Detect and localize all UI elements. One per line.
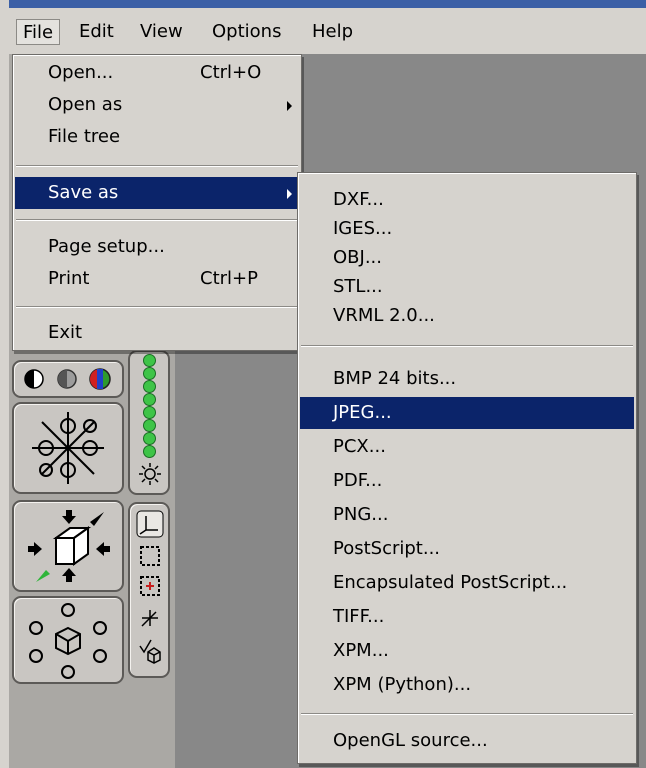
axis-icon[interactable] xyxy=(136,510,164,538)
check-cube-icon[interactable] xyxy=(138,638,162,664)
menu-item-open-as[interactable]: Open as xyxy=(15,89,299,121)
menu-item-print[interactable]: Print Ctrl+P xyxy=(15,263,299,295)
menubar: File Edit View Options Help xyxy=(9,8,646,54)
light-dot[interactable] xyxy=(143,380,156,393)
light-dot[interactable] xyxy=(143,393,156,406)
view-sphere-icon[interactable] xyxy=(14,598,122,682)
menu-item-label: Open as xyxy=(48,94,123,115)
tool-column xyxy=(128,502,170,678)
menu-item-label: IGES... xyxy=(333,218,393,239)
menu-item-label: Open... xyxy=(48,62,114,83)
chevron-right-icon xyxy=(287,101,292,111)
light-dot[interactable] xyxy=(143,406,156,419)
menu-item-save-as[interactable]: Save as xyxy=(15,177,299,209)
menu-item-label: OBJ... xyxy=(333,247,382,268)
menu-item-page-setup[interactable]: Page setup... xyxy=(15,231,299,263)
menu-item-label: JPEG... xyxy=(333,402,392,423)
view-cube-toolbox[interactable] xyxy=(12,500,124,592)
menu-item-open[interactable]: Open... Ctrl+O xyxy=(15,57,299,89)
light-dot[interactable] xyxy=(143,367,156,380)
select-box-icon[interactable] xyxy=(138,544,162,568)
menu-separator xyxy=(301,345,633,347)
menu-item-label: PNG... xyxy=(333,504,389,525)
window-frame-left xyxy=(0,0,9,768)
menu-file[interactable]: File xyxy=(16,19,61,45)
save-as-item-bmp[interactable]: BMP 24 bits... xyxy=(300,363,634,395)
menu-item-label: PostScript... xyxy=(333,538,441,559)
menu-separator xyxy=(16,165,298,167)
save-as-item-xpm[interactable]: XPM... xyxy=(300,635,634,667)
menu-item-label: OpenGL source... xyxy=(333,730,488,751)
rotate-sphere-icon[interactable] xyxy=(14,404,122,492)
menu-separator xyxy=(16,219,298,221)
save-as-item-png[interactable]: PNG... xyxy=(300,499,634,531)
menu-item-label: XPM... xyxy=(333,640,389,661)
menu-item-label: VRML 2.0... xyxy=(333,305,435,326)
save-as-item-obj[interactable]: OBJ... xyxy=(300,242,634,274)
menu-item-label: DXF... xyxy=(333,189,384,210)
menu-item-label: PDF... xyxy=(333,470,383,491)
zoom-box-icon[interactable] xyxy=(138,574,162,598)
rotate-toolbox[interactable] xyxy=(12,402,124,494)
light-dot[interactable] xyxy=(143,432,156,445)
save-as-item-eps[interactable]: Encapsulated PostScript... xyxy=(300,567,634,599)
menu-item-label: Save as xyxy=(48,182,119,203)
menu-item-label: Encapsulated PostScript... xyxy=(333,572,568,593)
pick-icon[interactable] xyxy=(138,606,162,630)
save-as-item-postscript[interactable]: PostScript... xyxy=(300,533,634,565)
save-as-item-stl[interactable]: STL... xyxy=(300,271,634,303)
view-sphere-toolbox[interactable] xyxy=(12,596,124,684)
save-as-item-tiff[interactable]: TIFF... xyxy=(300,601,634,633)
menu-item-shortcut: Ctrl+O xyxy=(200,62,262,83)
light-toolbox[interactable] xyxy=(128,350,170,495)
menu-separator xyxy=(16,306,298,308)
menu-item-label: BMP 24 bits... xyxy=(333,368,457,389)
render-mode-toolbox[interactable] xyxy=(12,360,124,398)
chevron-right-icon xyxy=(287,189,292,199)
save-as-item-iges[interactable]: IGES... xyxy=(300,213,634,245)
menu-item-label: TIFF... xyxy=(333,606,385,627)
light-dot[interactable] xyxy=(143,445,156,458)
menu-item-label: Exit xyxy=(48,322,83,343)
window-titlebar-edge xyxy=(0,0,646,8)
menu-help[interactable]: Help xyxy=(306,19,359,45)
save-as-item-xpm-python[interactable]: XPM (Python)... xyxy=(300,669,634,701)
menu-item-exit[interactable]: Exit xyxy=(15,317,299,349)
menu-edit[interactable]: Edit xyxy=(73,19,120,45)
view-cube-icon[interactable] xyxy=(14,502,122,590)
menu-item-label: Page setup... xyxy=(48,236,165,257)
save-as-item-vrml[interactable]: VRML 2.0... xyxy=(300,300,634,332)
menu-item-file-tree[interactable]: File tree xyxy=(15,121,299,153)
light-icon[interactable] xyxy=(138,462,162,486)
menu-item-label: PCX... xyxy=(333,436,386,457)
render-mode-icons[interactable] xyxy=(14,362,122,396)
menu-options[interactable]: Options xyxy=(206,19,287,45)
menu-view[interactable]: View xyxy=(134,19,189,45)
app-window: File Edit View Options Help Open... Ctrl… xyxy=(0,0,646,768)
save-as-item-jpeg[interactable]: JPEG... xyxy=(300,397,634,429)
menu-item-shortcut: Ctrl+P xyxy=(200,268,258,289)
menu-separator xyxy=(301,713,633,715)
save-as-item-opengl[interactable]: OpenGL source... xyxy=(300,725,634,757)
menu-item-label: STL... xyxy=(333,276,383,297)
light-dot[interactable] xyxy=(143,419,156,432)
save-as-item-pcx[interactable]: PCX... xyxy=(300,431,634,463)
save-as-item-pdf[interactable]: PDF... xyxy=(300,465,634,497)
menu-item-label: File tree xyxy=(48,126,121,147)
menu-item-label: Print xyxy=(48,268,90,289)
save-as-item-dxf[interactable]: DXF... xyxy=(300,184,634,216)
light-dot[interactable] xyxy=(143,354,156,367)
menu-item-label: XPM (Python)... xyxy=(333,674,472,695)
save-as-submenu: DXF... IGES... OBJ... STL... VRML 2.0...… xyxy=(297,172,637,764)
file-menu: Open... Ctrl+O Open as File tree Save as… xyxy=(12,54,302,351)
